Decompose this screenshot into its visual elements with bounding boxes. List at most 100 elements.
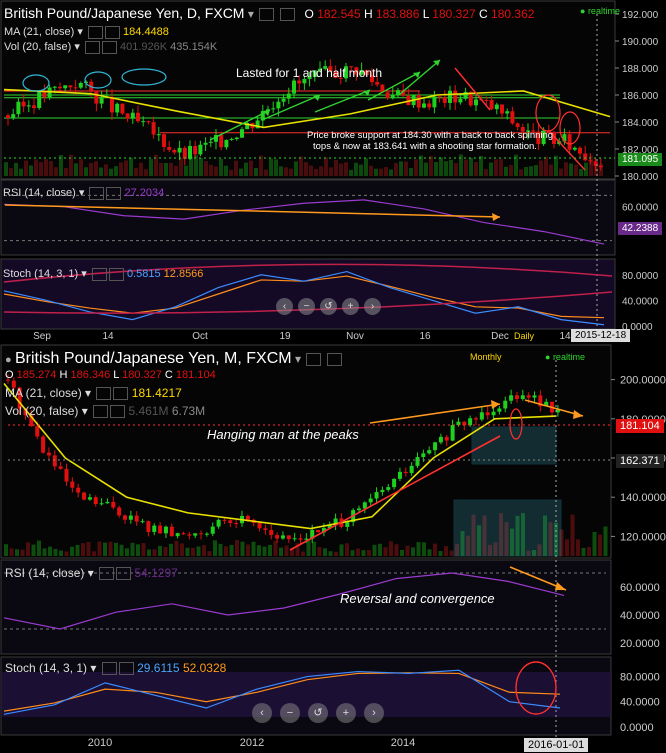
bottom-ma-close-icon[interactable] — [113, 387, 129, 401]
top-volume-bar — [254, 167, 258, 176]
top-candle — [52, 86, 57, 88]
top-volume-bar — [359, 164, 363, 176]
bottom-vol-dropdown-icon[interactable]: ▾ — [82, 404, 88, 418]
top-vol-settings-icon[interactable] — [84, 40, 100, 54]
top-candle — [375, 82, 380, 85]
bottom-volume-highlight-box — [453, 499, 562, 557]
top-reset-button[interactable]: ↺ — [320, 298, 337, 315]
bottom-volume-bar — [4, 544, 8, 556]
top-volume-bar — [174, 165, 178, 176]
top-volume-bar — [204, 161, 208, 176]
top-ma-close-icon[interactable] — [104, 25, 120, 39]
top-volume-bar — [429, 155, 433, 176]
top-ytick-label: 190.000 — [622, 37, 659, 48]
top-realtime-label: realtime — [587, 6, 620, 16]
top-stoch-label: Stoch (14, 3, 1) — [3, 268, 79, 280]
bottom-candle — [415, 456, 420, 466]
top-volume-bar — [29, 165, 33, 176]
bottom-symbol-dropdown-icon[interactable]: ▾ — [295, 352, 301, 366]
top-xtick-label: Dec — [491, 331, 509, 342]
top-rsi-dropdown-icon[interactable]: ▾ — [79, 187, 85, 199]
bottom-ohlc: O 185.274 H 186.346 L 180.327 C 181.104 — [5, 369, 216, 381]
top-settings-icon[interactable] — [259, 8, 275, 22]
top-scroll-left-button[interactable]: ‹ — [276, 298, 293, 315]
bottom-volume-bar — [103, 542, 107, 556]
top-zoom-out-button[interactable]: − — [298, 298, 315, 315]
top-candle — [297, 80, 302, 84]
top-stoch-close-icon[interactable] — [108, 267, 124, 281]
top-volume-bar — [284, 167, 288, 176]
top-price-badge: 181.095 — [618, 153, 663, 166]
top-volume-bar — [264, 169, 268, 176]
bottom-chart-title: British Pound/Japanese Yen, M, FXCM — [15, 350, 292, 367]
bottom-level-badge: 162.371 — [616, 454, 664, 468]
top-volume-bar — [274, 159, 278, 176]
bottom-chart-header: ● British Pound/Japanese Yen, M, FXCM ▾ — [5, 350, 342, 368]
top-h-label: H — [363, 7, 373, 21]
top-xtick-label: 14 — [559, 331, 571, 342]
bottom-rsi-close-icon[interactable] — [116, 567, 132, 581]
top-compare-icon[interactable] — [279, 8, 295, 22]
top-scroll-right-button[interactable]: › — [364, 298, 381, 315]
bottom-c-value: 181.104 — [175, 369, 216, 381]
top-volume-bar — [4, 162, 8, 176]
bottom-volume-bar — [15, 549, 19, 556]
bottom-compare-icon[interactable] — [326, 353, 342, 367]
top-volume-bar — [454, 162, 458, 176]
bottom-volume-bar — [119, 544, 124, 556]
top-volume-bar — [269, 158, 273, 176]
top-volume-bar — [364, 158, 368, 176]
top-volume-bar — [49, 161, 53, 176]
top-volume-bar — [14, 162, 18, 176]
top-ma-dropdown-icon[interactable]: ▾ — [77, 26, 83, 38]
top-zoom-in-button[interactable]: + — [342, 298, 359, 315]
top-volume-bar — [54, 167, 58, 176]
bottom-candle — [204, 533, 209, 535]
top-stoch-dropdown-icon[interactable]: ▾ — [81, 268, 87, 280]
bottom-vol-settings-icon[interactable] — [93, 405, 109, 419]
bottom-o-value: 185.274 — [16, 369, 57, 381]
bottom-volume-bar — [268, 544, 272, 556]
top-volume-bar — [289, 168, 293, 176]
top-ma-settings-icon[interactable] — [87, 25, 103, 39]
bottom-candle — [52, 455, 57, 467]
top-rsi-close-icon[interactable] — [106, 186, 122, 200]
top-vol-close-icon[interactable] — [101, 40, 117, 54]
bottom-ma-settings-icon[interactable] — [96, 387, 112, 401]
top-volume-bar — [234, 160, 238, 176]
bottom-rsi-settings-icon[interactable] — [99, 567, 115, 581]
bottom-zoom-out-button[interactable]: − — [280, 703, 300, 723]
bottom-candle — [427, 450, 432, 454]
bottom-ma-dropdown-icon[interactable]: ▾ — [85, 386, 91, 400]
bottom-stoch-ytick-label: 0.0000 — [620, 722, 654, 734]
top-candle — [203, 142, 208, 145]
top-candle — [583, 153, 588, 161]
top-volume-bar — [199, 158, 203, 176]
top-volume-bar — [44, 159, 48, 176]
bottom-vol-close-icon[interactable] — [110, 405, 126, 419]
bottom-scroll-left-button[interactable]: ‹ — [252, 703, 272, 723]
bottom-settings-icon[interactable] — [306, 353, 322, 367]
top-rsi-settings-icon[interactable] — [89, 186, 105, 200]
bottom-candle — [444, 436, 449, 441]
top-l-value: 180.327 — [432, 7, 476, 21]
bottom-volume-bar — [180, 543, 184, 556]
top-volume-bar — [129, 157, 133, 176]
top-candle — [578, 147, 582, 154]
bottom-ytick-label: 140.0000 — [620, 492, 666, 504]
bottom-stoch-close-icon[interactable] — [118, 662, 134, 676]
top-stoch-settings-icon[interactable] — [91, 267, 107, 281]
top-l-label: L — [422, 7, 429, 21]
bottom-volume-bar — [31, 544, 36, 556]
bottom-stoch-settings-icon[interactable] — [101, 662, 117, 676]
top-volume-bar — [39, 162, 43, 176]
bottom-reset-button[interactable]: ↺ — [308, 703, 328, 723]
bottom-collapse-icon[interactable]: ● — [5, 354, 12, 366]
bottom-rsi-dropdown-icon[interactable]: ▾ — [88, 566, 94, 580]
bottom-stoch-dropdown-icon[interactable]: ▾ — [90, 661, 96, 675]
bottom-scroll-right-button[interactable]: › — [364, 703, 384, 723]
top-candle — [427, 103, 432, 108]
bottom-zoom-in-button[interactable]: + — [336, 703, 356, 723]
top-vol-dropdown-icon[interactable]: ▾ — [74, 41, 80, 53]
top-symbol-dropdown-icon[interactable]: ▾ — [248, 7, 254, 21]
